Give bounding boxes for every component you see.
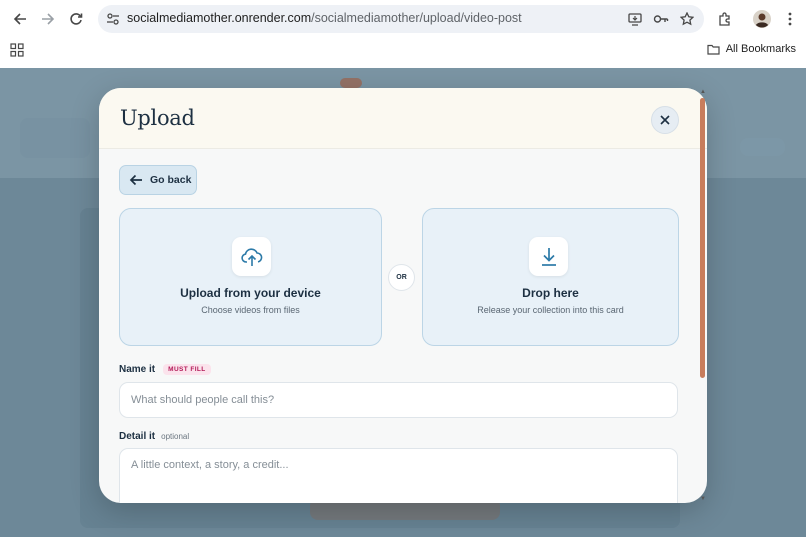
kebab-menu-icon bbox=[788, 12, 792, 26]
modal-header: Upload bbox=[99, 88, 707, 149]
backdrop-button bbox=[740, 138, 785, 156]
modal-title: Upload bbox=[120, 106, 195, 130]
go-back-button[interactable]: Go back bbox=[119, 165, 197, 195]
download-icon bbox=[529, 237, 568, 276]
name-field-label: Name it MUST FILL bbox=[119, 364, 211, 375]
name-input[interactable] bbox=[119, 382, 678, 418]
bookmark-star-icon[interactable] bbox=[678, 10, 696, 28]
required-badge: MUST FILL bbox=[163, 364, 211, 375]
close-button[interactable] bbox=[651, 106, 679, 134]
detail-label-text: Detail it bbox=[119, 431, 156, 442]
profile-avatar[interactable] bbox=[750, 7, 774, 31]
optional-tag: optional bbox=[161, 432, 190, 441]
go-back-label: Go back bbox=[150, 174, 192, 186]
or-divider: OR bbox=[388, 264, 415, 291]
all-bookmarks-label: All Bookmarks bbox=[725, 43, 796, 55]
upload-card-title: Upload from your device bbox=[180, 286, 321, 300]
bookmarks-bar: All Bookmarks bbox=[0, 37, 806, 68]
password-key-icon[interactable] bbox=[652, 10, 670, 28]
apps-grid-icon[interactable] bbox=[10, 43, 24, 57]
folder-icon bbox=[707, 44, 720, 55]
upload-card-subtitle: Choose videos from files bbox=[201, 305, 300, 315]
avatar-icon bbox=[753, 10, 771, 28]
reload-button[interactable] bbox=[64, 7, 88, 31]
arrow-left-icon bbox=[13, 13, 26, 25]
arrow-left-icon bbox=[128, 172, 144, 188]
browser-toolbar: socialmediamother.onrender.com/socialmed… bbox=[0, 0, 806, 37]
scroll-up-icon[interactable]: ▲ bbox=[699, 88, 707, 96]
all-bookmarks-button[interactable]: All Bookmarks bbox=[707, 43, 796, 55]
forward-nav-button[interactable] bbox=[36, 7, 60, 31]
reload-icon bbox=[70, 13, 83, 25]
upload-from-device-card[interactable]: Upload from your device Choose videos fr… bbox=[119, 208, 382, 346]
install-app-icon[interactable] bbox=[626, 10, 644, 28]
scroll-thumb[interactable] bbox=[700, 98, 705, 378]
back-nav-button[interactable] bbox=[8, 7, 32, 31]
drop-card-title: Drop here bbox=[522, 286, 579, 300]
site-settings-icon[interactable] bbox=[104, 10, 122, 28]
name-label-text: Name it bbox=[119, 364, 156, 375]
drop-here-card[interactable]: Drop here Release your collection into t… bbox=[422, 208, 679, 346]
backdrop-logo bbox=[340, 78, 362, 88]
drop-card-subtitle: Release your collection into this card bbox=[477, 305, 624, 315]
backdrop-nav bbox=[20, 118, 90, 158]
upload-modal: Upload Go back Upload from your device C… bbox=[99, 88, 707, 503]
browser-menu-button[interactable] bbox=[778, 7, 802, 31]
arrow-right-icon bbox=[42, 13, 55, 25]
url-path: /socialmediamother/upload/video-post bbox=[311, 11, 522, 25]
close-icon bbox=[660, 115, 670, 125]
address-bar[interactable]: socialmediamother.onrender.com/socialmed… bbox=[98, 5, 704, 33]
url-text[interactable]: socialmediamother.onrender.com/socialmed… bbox=[127, 11, 522, 25]
modal-scrollbar[interactable]: ▲ ▼ bbox=[699, 88, 707, 503]
cloud-upload-icon bbox=[232, 237, 271, 276]
url-host: socialmediamother.onrender.com bbox=[127, 11, 312, 25]
browser-chrome: socialmediamother.onrender.com/socialmed… bbox=[0, 0, 806, 68]
extensions-button[interactable] bbox=[713, 7, 737, 31]
scroll-down-icon[interactable]: ▼ bbox=[699, 495, 707, 503]
detail-textarea[interactable] bbox=[119, 448, 678, 503]
puzzle-icon bbox=[719, 12, 730, 26]
detail-field-label: Detail it optional bbox=[119, 431, 189, 442]
